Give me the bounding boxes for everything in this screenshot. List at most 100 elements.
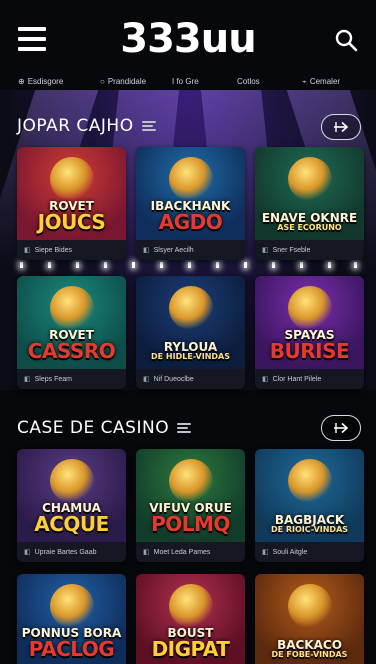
game-emblem-icon — [287, 157, 332, 201]
game-emblem-icon — [287, 584, 332, 628]
game-card-art: SPAYAS BURISE — [255, 276, 364, 369]
game-title-line: POLMQ — [151, 512, 230, 536]
category-item[interactable]: ○ Prandidale — [100, 77, 146, 86]
game-provider-label: Clor Hant Pilele — [272, 375, 322, 383]
game-title-line: DE FOBE-VINDAS — [271, 650, 348, 659]
game-card-art: IBACKHANK AGDO — [136, 147, 245, 240]
game-title: PONNUS BORA PACLOG — [22, 627, 122, 659]
game-title-line: DIGPAT — [151, 637, 230, 661]
section-title: CASE DE CASINO — [17, 418, 193, 438]
provider-icon: ◧ — [262, 376, 269, 383]
game-title: ROVET JOUCS — [38, 200, 106, 232]
game-card-art: ROVET JOUCS — [17, 147, 126, 240]
game-emblem-icon — [49, 286, 94, 330]
game-emblem-icon — [168, 459, 213, 503]
game-title: BAGBJACK DE RIOIC-VINDAS — [271, 514, 348, 534]
game-card[interactable]: IBACKHANK AGDO ◧ Slsyer Aecilh — [136, 147, 245, 260]
section-next-button[interactable] — [321, 114, 361, 140]
game-title: CHAMUA ACQUE — [34, 502, 109, 534]
game-title: IBACKHANK AGDO — [151, 200, 231, 232]
game-card-art: ROVET CASSRO — [17, 276, 126, 369]
game-card[interactable]: ROVET JOUCS ◧ Siepe Bides — [17, 147, 126, 260]
game-title: ENAVE OKNRE ASE ECORUNO — [262, 212, 357, 232]
list-lines-icon — [141, 120, 158, 132]
section-next-button[interactable] — [321, 415, 361, 441]
provider-icon: ◧ — [143, 376, 150, 383]
game-title-line: PACLOG — [28, 637, 115, 661]
game-emblem-icon — [287, 286, 332, 330]
game-emblem-icon — [49, 157, 94, 201]
arrow-right-icon — [334, 422, 349, 434]
provider-icon: ◧ — [24, 549, 31, 556]
game-provider-label: Siepe Bides — [34, 246, 72, 254]
game-title-line: BURISE — [269, 339, 350, 363]
game-card-art: ENAVE OKNRE ASE ECORUNO — [255, 147, 364, 240]
game-card[interactable]: ENAVE OKNRE ASE ECORUNO ◧ Sner Fseble — [255, 147, 364, 260]
game-provider-label: Slsyer Aecilh — [153, 246, 194, 254]
game-card-art: BAGBJACK DE RIOIC-VINDAS — [255, 449, 364, 542]
game-card[interactable]: SPAYAS BURISE ◧ Clor Hant Pilele — [255, 276, 364, 389]
game-emblem-icon — [168, 286, 213, 330]
provider-icon: ◧ — [24, 376, 31, 383]
site-logo[interactable]: 333uu — [0, 16, 376, 62]
game-card[interactable]: BOUSTDIGPAT◧ — [136, 574, 245, 664]
game-provider-label: Sleps Feam — [34, 375, 72, 383]
game-provider: ◧ Slsyer Aecilh — [136, 240, 245, 260]
game-card-art: CHAMUA ACQUE — [17, 449, 126, 542]
category-item[interactable]: Cotlos — [237, 77, 260, 86]
game-provider: ◧ Clor Hant Pilele — [255, 369, 364, 389]
game-title-line: ASE ECORUNO — [277, 223, 342, 232]
game-card[interactable]: CHAMUA ACQUE ◧ Upraie Bartes Gaab — [17, 449, 126, 562]
compass-icon: ⊕ — [18, 76, 25, 86]
search-icon[interactable] — [334, 28, 358, 52]
provider-icon: ◧ — [143, 549, 150, 556]
game-card[interactable]: ROVET CASSRO ◧ Sleps Feam — [17, 276, 126, 389]
game-card[interactable]: BAGBJACK DE RIOIC-VINDAS ◧ Souli Aitgle — [255, 449, 364, 562]
game-emblem-icon — [168, 584, 213, 628]
game-title-line: CASSRO — [27, 339, 116, 363]
provider-icon: ◧ — [262, 247, 269, 254]
game-title: ROVET CASSRO — [27, 329, 116, 363]
game-provider-label: Nif Dueoclbe — [153, 375, 194, 383]
game-emblem-icon — [49, 584, 94, 628]
game-provider: ◧ Nif Dueoclbe — [136, 369, 245, 389]
game-card-art: VIFUV ORUE POLMQ — [136, 449, 245, 542]
game-provider-label: Souli Aitgle — [272, 548, 308, 556]
game-provider: ◧ Siepe Bides — [17, 240, 126, 260]
game-card[interactable]: BACKACODE FOBE-VINDAS◧ — [255, 574, 364, 664]
game-provider-label: Upraie Bartes Gaab — [34, 548, 97, 556]
game-card[interactable]: VIFUV ORUE POLMQ ◧ Moet Leda Pames — [136, 449, 245, 562]
arrow-right-icon — [334, 121, 349, 133]
section-title: JOPAR CAJHO — [17, 116, 158, 136]
category-item[interactable]: I fo Gre — [172, 77, 199, 86]
game-title-line: AGDO — [158, 210, 223, 234]
game-card[interactable]: PONNUS BORAPACLOG◧ — [17, 574, 126, 664]
game-title-line: JOUCS — [37, 210, 106, 234]
game-title: RYLOUA DE HIDLE-VINDAS — [151, 341, 230, 361]
game-emblem-icon — [287, 459, 332, 503]
game-provider: ◧ Sner Fseble — [255, 240, 364, 260]
provider-icon: ◧ — [262, 549, 269, 556]
provider-icon: ◧ — [24, 247, 31, 254]
game-card[interactable]: RYLOUA DE HIDLE-VINDAS ◧ Nif Dueoclbe — [136, 276, 245, 389]
game-emblem-icon — [168, 157, 213, 201]
game-provider: ◧ Sleps Feam — [17, 369, 126, 389]
game-card-art: PONNUS BORA PACLOG — [17, 574, 126, 664]
game-title: SPAYAS BURISE — [269, 329, 350, 363]
game-provider: ◧ Moet Leda Pames — [136, 542, 245, 562]
game-title-line: ACQUE — [34, 512, 109, 536]
game-title: BOUST DIGPAT — [152, 627, 230, 659]
provider-icon: ◧ — [143, 247, 150, 254]
top-header: 333uu — [0, 0, 376, 72]
tag-icon: ⌁ — [302, 76, 307, 86]
game-card-art: BOUST DIGPAT — [136, 574, 245, 664]
category-item[interactable]: ⊕ Esdisgore — [18, 77, 63, 86]
game-title-line: DE RIOIC-VINDAS — [270, 525, 349, 534]
game-provider: ◧ Upraie Bartes Gaab — [17, 542, 126, 562]
game-provider-label: Moet Leda Pames — [153, 548, 211, 556]
category-bar: ⊕ Esdisgore ○ Prandidale I fo Gre Cotlos ⌁… — [0, 72, 376, 90]
game-title-line: DE HIDLE-VINDAS — [151, 352, 230, 361]
category-item[interactable]: ⌁ Cemaler — [302, 77, 340, 86]
list-lines-icon — [177, 422, 193, 434]
game-card-art: BACKACO DE FOBE-VINDAS — [255, 574, 364, 664]
